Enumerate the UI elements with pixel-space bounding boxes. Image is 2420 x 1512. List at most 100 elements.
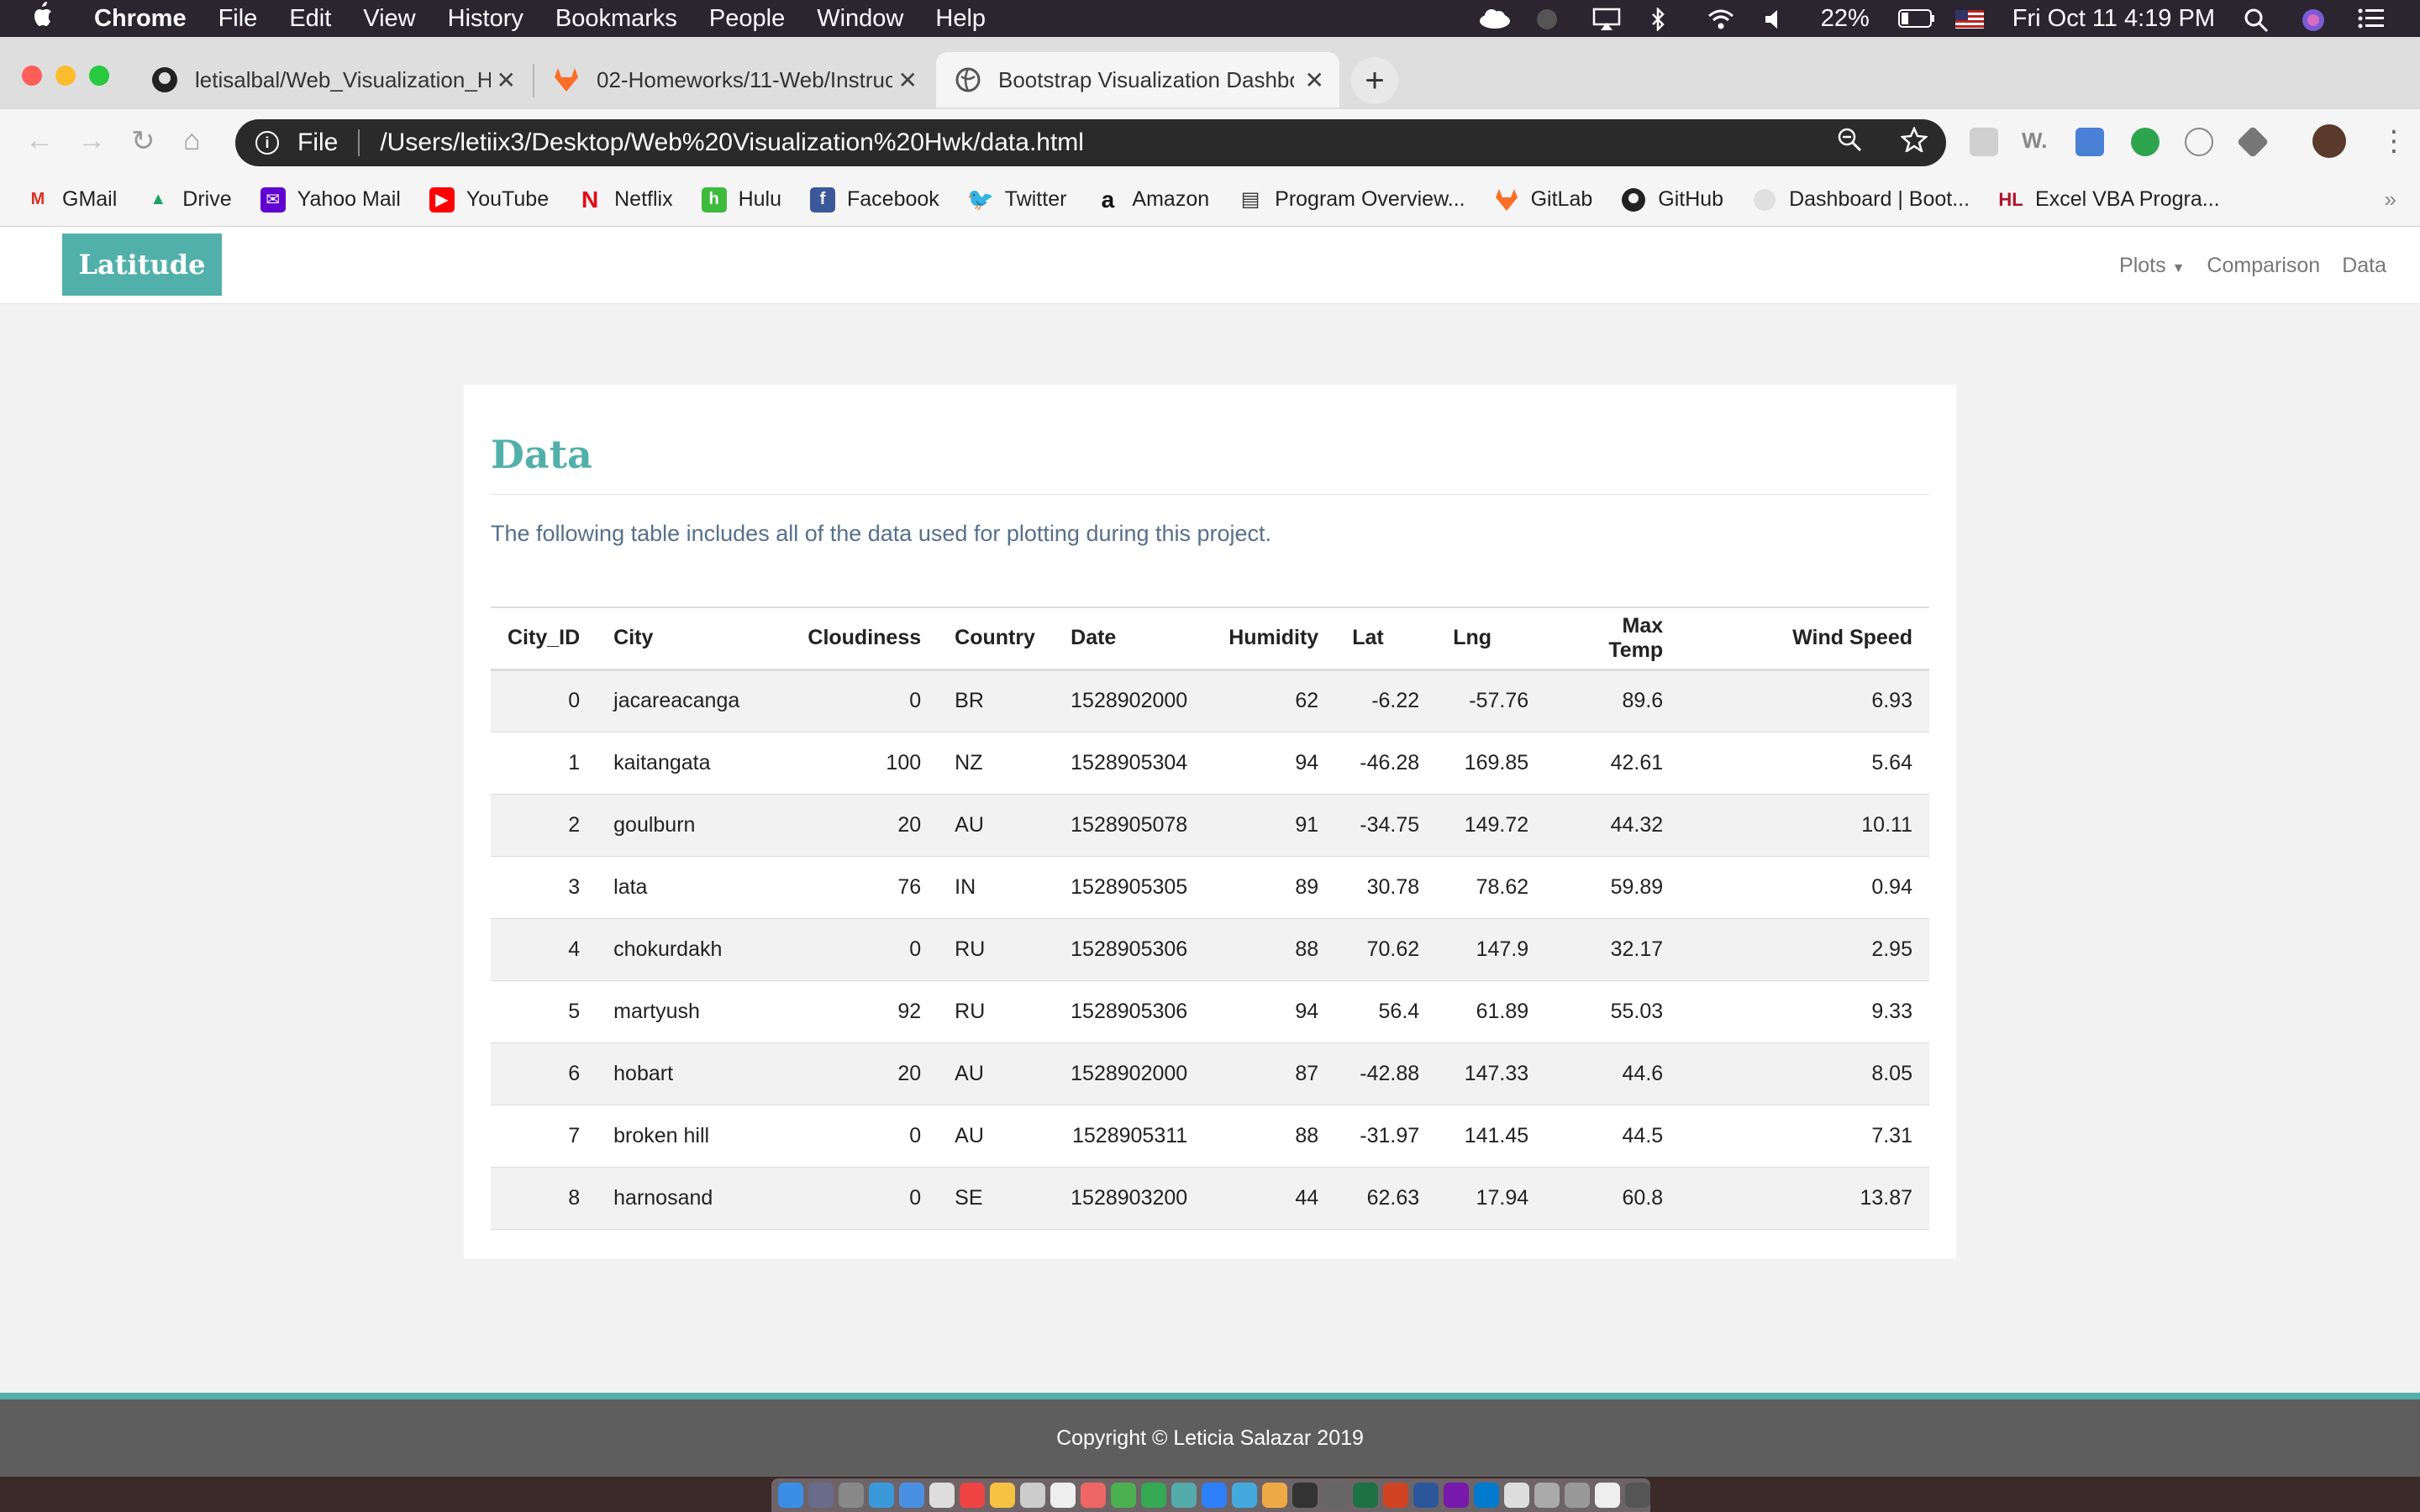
dock-app-icon[interactable] <box>1595 1483 1620 1508</box>
menu-people[interactable]: People <box>709 5 785 33</box>
bookmark-drive[interactable]: ▲ Drive <box>145 187 231 213</box>
airplay-icon[interactable] <box>1592 8 1621 30</box>
bookmark-github[interactable]: GitHub <box>1621 187 1723 213</box>
dock-app-icon[interactable] <box>1474 1483 1499 1508</box>
dock-app-icon[interactable] <box>1383 1483 1408 1508</box>
bookmark-hulu[interactable]: h Hulu <box>701 186 781 213</box>
volume-icon[interactable] <box>1764 8 1792 29</box>
menu-edit[interactable]: Edit <box>289 5 331 33</box>
dock-app-icon[interactable] <box>1565 1483 1590 1508</box>
wifi-icon[interactable] <box>1707 8 1735 29</box>
close-icon[interactable]: ✕ <box>497 66 516 94</box>
menu-file[interactable]: File <box>218 5 258 33</box>
avatar[interactable] <box>2312 124 2346 158</box>
more-options-icon[interactable]: ⋮ <box>2380 124 2408 158</box>
bookmark-excel-vba[interactable]: HL Excel VBA Progra... <box>1998 187 2219 213</box>
apple-icon[interactable] <box>32 2 60 35</box>
menubar-clock[interactable]: Fri Oct 11 4:19 PM <box>2012 5 2215 33</box>
word-extension-icon[interactable]: W. <box>2022 128 2050 156</box>
cloud-icon[interactable] <box>1478 8 1510 29</box>
dock-app-icon[interactable] <box>839 1483 864 1508</box>
translate-extension-icon[interactable] <box>2075 128 2104 156</box>
bookmark-program-overview[interactable]: ▤ Program Overview... <box>1238 187 1465 213</box>
window-close-button[interactable] <box>22 66 42 86</box>
menu-bookmarks[interactable]: Bookmarks <box>555 5 677 33</box>
bookmark-dashboard[interactable]: Dashboard | Boot... <box>1752 187 1970 213</box>
siri-icon[interactable] <box>2301 8 2329 31</box>
zoom-icon[interactable] <box>1837 127 1862 159</box>
grammarly-extension-icon[interactable] <box>2131 128 2160 156</box>
dock-app-icon[interactable] <box>929 1483 955 1508</box>
dock-app-icon[interactable] <box>869 1483 894 1508</box>
cell-lng: -57.76 <box>1436 669 1546 732</box>
hulu-icon: h <box>701 186 727 213</box>
dock-app-icon[interactable] <box>1262 1483 1287 1508</box>
address-url[interactable]: /Users/letiix3/Desktop/Web%20Visualizati… <box>380 129 1084 157</box>
bookmark-yahoo-mail[interactable]: ✉ Yahoo Mail <box>260 186 401 213</box>
dock-app-icon[interactable] <box>1444 1483 1469 1508</box>
dock-app-icon[interactable] <box>1111 1483 1136 1508</box>
dock-app-icon[interactable] <box>808 1483 834 1508</box>
bookmark-netflix[interactable]: N Netflix <box>577 186 673 213</box>
address-bar[interactable]: i File /Users/letiix3/Desktop/Web%20Visu… <box>235 119 1946 166</box>
dock-app-icon[interactable] <box>1534 1483 1560 1508</box>
us-flag-icon[interactable] <box>1954 8 1984 29</box>
dock-app-icon[interactable] <box>1202 1483 1227 1508</box>
menu-history[interactable]: History <box>448 5 523 33</box>
dock-app-icon[interactable] <box>1413 1483 1439 1508</box>
dock-app-icon[interactable] <box>899 1483 924 1508</box>
tab-bootstrap-dashboard[interactable]: Bootstrap Visualization Dashbo ✕ <box>936 52 1339 108</box>
forward-icon[interactable]: → <box>77 124 106 157</box>
tab-github-repo[interactable]: letisalbal/Web_Visualization_Hw ✕ <box>133 52 531 108</box>
info-icon[interactable]: i <box>255 131 279 155</box>
window-minimize-button[interactable] <box>55 66 76 86</box>
dock-app-icon[interactable] <box>1353 1483 1378 1508</box>
nav-plots-dropdown[interactable]: Plots ▼ <box>2119 254 2185 278</box>
bookmark-amazon[interactable]: a Amazon <box>1095 186 1210 213</box>
dock-app-icon[interactable] <box>1625 1483 1650 1508</box>
back-icon[interactable]: ← <box>25 124 54 157</box>
dock-app-icon[interactable] <box>778 1483 803 1508</box>
home-icon[interactable]: ⌂ <box>183 124 201 157</box>
menu-window[interactable]: Window <box>817 5 903 33</box>
dock-app-icon[interactable] <box>960 1483 985 1508</box>
status-circle-icon[interactable] <box>1535 8 1564 29</box>
bookmark-star-icon[interactable] <box>1900 125 1928 159</box>
bookmark-facebook[interactable]: f Facebook <box>810 186 939 213</box>
dock-app-icon[interactable] <box>1504 1483 1529 1508</box>
dock-app-icon[interactable] <box>1323 1483 1348 1508</box>
json-extension-icon[interactable] <box>2185 128 2213 156</box>
brand-logo[interactable]: Latitude <box>62 234 222 296</box>
dock-app-icon[interactable] <box>1232 1483 1257 1508</box>
layers-extension-icon[interactable] <box>2236 125 2270 159</box>
notification-center-icon[interactable] <box>2358 8 2386 29</box>
dock-app-icon[interactable] <box>1292 1483 1318 1508</box>
bookmark-twitter[interactable]: 🐦 Twitter <box>967 186 1067 213</box>
menu-view[interactable]: View <box>363 5 415 33</box>
cell-lng: 61.89 <box>1436 980 1546 1043</box>
reload-icon[interactable]: ↻ <box>131 124 155 158</box>
spotlight-search-icon[interactable] <box>2244 8 2272 33</box>
dock-app-icon[interactable] <box>990 1483 1015 1508</box>
dock-app-icon[interactable] <box>1141 1483 1166 1508</box>
dock-app-icon[interactable] <box>1171 1483 1197 1508</box>
close-icon[interactable]: ✕ <box>1305 66 1324 94</box>
bookmark-gitlab[interactable]: GitLab <box>1494 187 1592 213</box>
bookmark-youtube[interactable]: ▶ YouTube <box>429 186 549 213</box>
bluetooth-icon[interactable] <box>1649 6 1678 33</box>
battery-icon[interactable] <box>1897 8 1934 29</box>
dock-app-icon[interactable] <box>1020 1483 1045 1508</box>
menu-app-chrome[interactable]: Chrome <box>94 5 187 33</box>
bookmark-gmail[interactable]: M GMail <box>25 187 118 213</box>
menu-help[interactable]: Help <box>935 5 986 33</box>
nav-comparison[interactable]: Comparison <box>2207 254 2320 278</box>
extension-icon[interactable] <box>1970 128 1998 156</box>
bookmarks-overflow-icon[interactable]: » <box>2385 186 2396 213</box>
tab-gitlab-instructions[interactable]: 02-Homeworks/11-Web/Instruc ✕ <box>534 52 933 108</box>
dock-app-icon[interactable] <box>1050 1483 1076 1508</box>
window-maximize-button[interactable] <box>89 66 109 86</box>
new-tab-button[interactable]: + <box>1351 57 1398 104</box>
nav-data[interactable]: Data <box>2342 254 2386 278</box>
close-icon[interactable]: ✕ <box>898 66 918 94</box>
dock-app-icon[interactable] <box>1081 1483 1106 1508</box>
